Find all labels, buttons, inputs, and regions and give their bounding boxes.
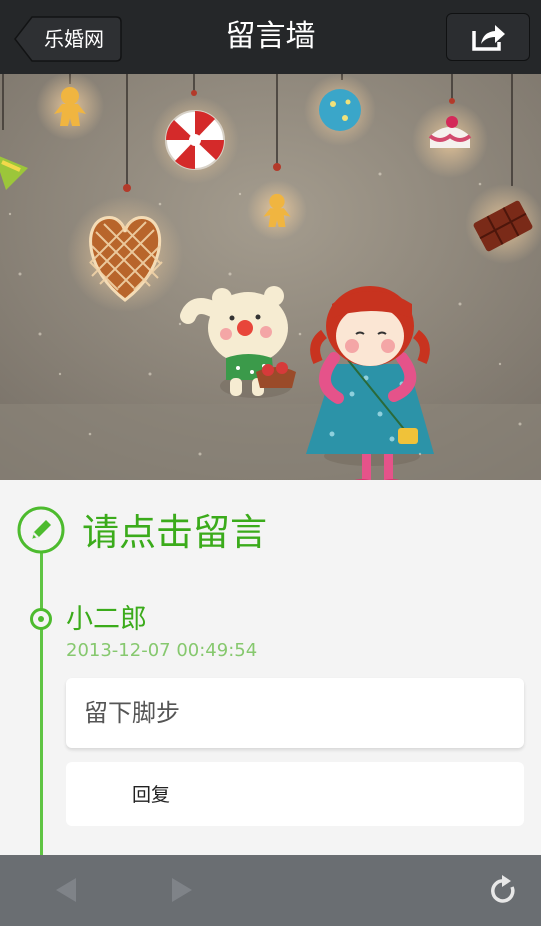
compose-button[interactable] — [17, 506, 65, 554]
message-text: 留下脚步 — [84, 699, 180, 727]
reply-label: 回复 — [132, 784, 171, 806]
back-arrow-icon[interactable] — [54, 877, 78, 903]
share-button[interactable] — [446, 13, 530, 61]
message-wall-content: 请点击留言 小二郎 2013-12-07 00:49:54 留下脚步 回复 — [0, 480, 541, 855]
message-timestamp: 2013-12-07 00:49:54 — [66, 640, 258, 661]
timeline-dot — [30, 608, 52, 630]
reply-button[interactable]: 回复 — [66, 762, 524, 826]
compose-prompt-link[interactable]: 请点击留言 — [82, 510, 267, 556]
message-author: 小二郎 — [66, 604, 147, 635]
message-card: 留下脚步 — [66, 678, 524, 748]
top-nav-bar: 乐婚网 留言墙 — [0, 0, 541, 74]
pencil-icon — [17, 506, 65, 554]
share-icon — [472, 25, 505, 51]
refresh-icon[interactable] — [490, 875, 518, 905]
banner-illustration — [0, 74, 541, 480]
timeline-line — [40, 520, 43, 855]
browser-toolbar — [0, 855, 541, 926]
forward-arrow-icon[interactable] — [170, 877, 194, 903]
